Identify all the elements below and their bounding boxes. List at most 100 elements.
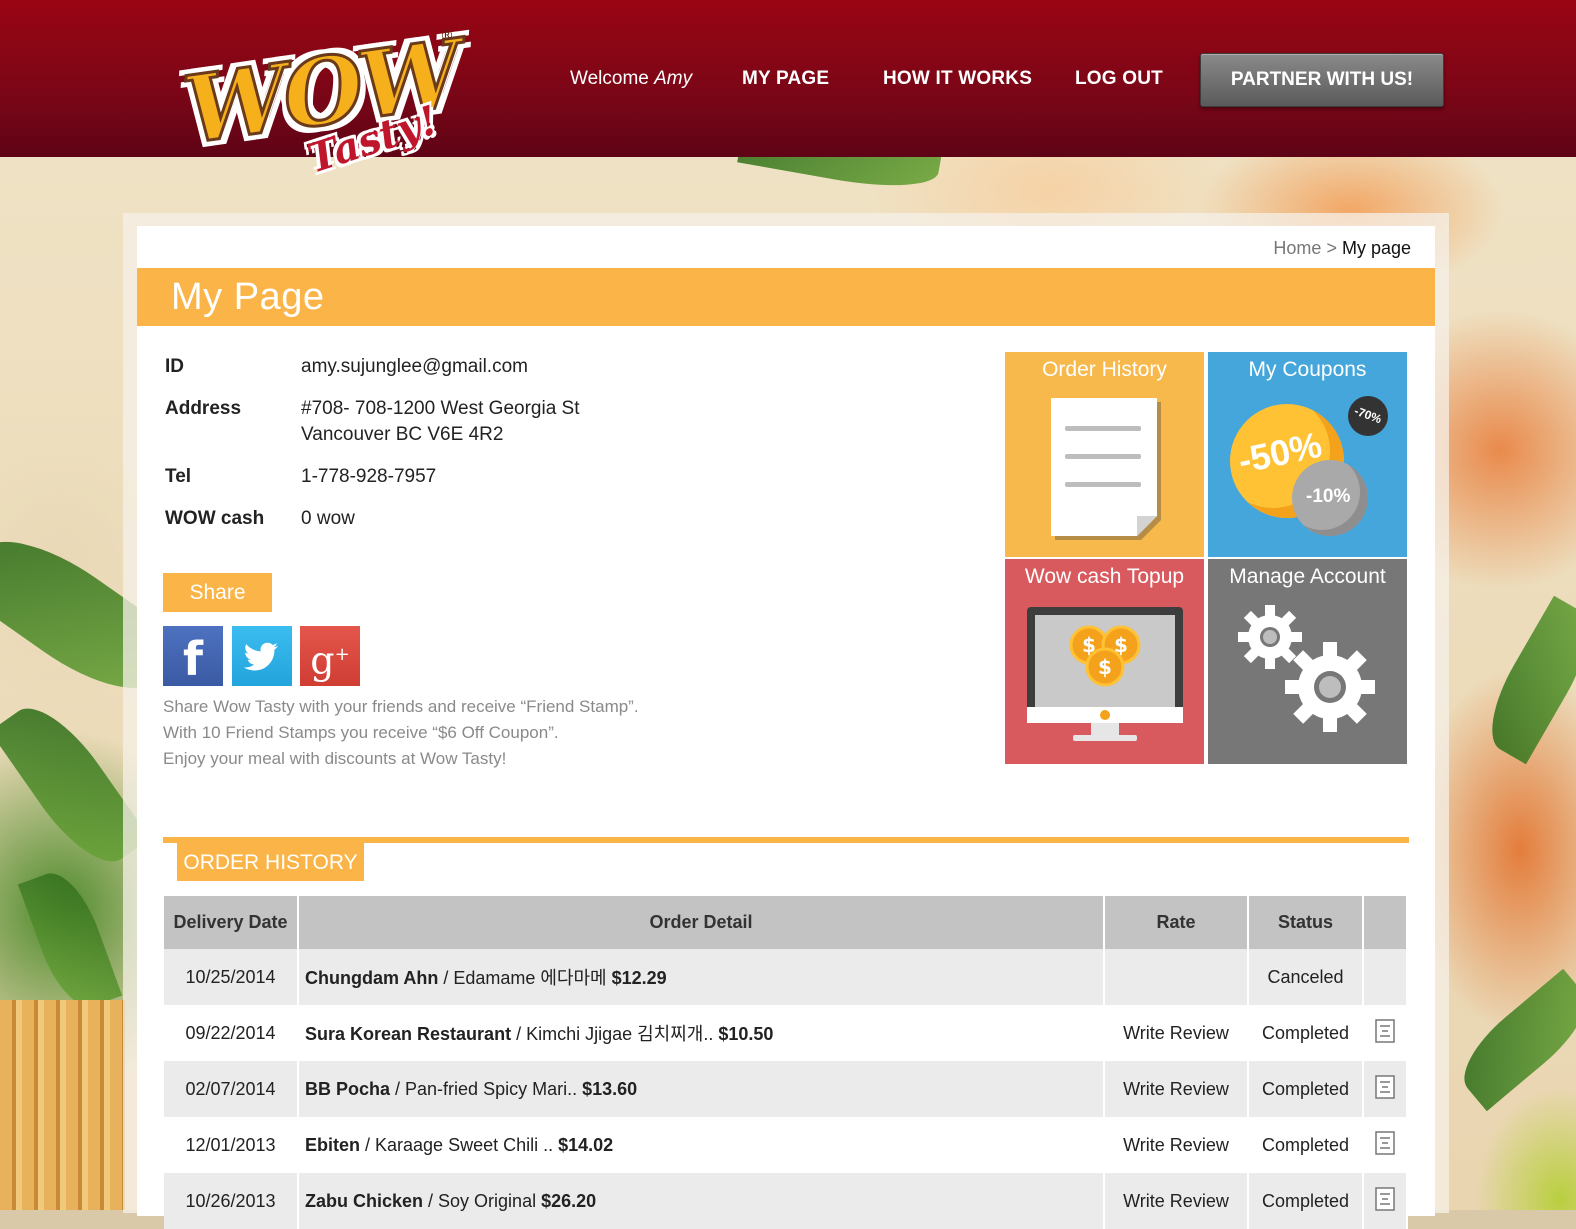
wow-cash-topup-tile[interactable]: Wow cash Topup $ $ $	[1005, 559, 1204, 764]
table-row[interactable]: 10/25/2014 Chungdam Ahn / Edamame 에다마메 $…	[164, 949, 1408, 1005]
tel-label: Tel	[165, 466, 192, 487]
delivery-date: 10/26/2013	[164, 1173, 299, 1229]
address-line1: #708- 708-1200 West Georgia St	[301, 398, 580, 419]
address-label: Address	[165, 398, 242, 419]
restaurant-name: Ebiten	[305, 1134, 361, 1155]
tel-value: 1-778-928-7957	[301, 466, 437, 487]
welcome-user-name: Amy	[654, 68, 693, 89]
table-row[interactable]: 09/22/2014 Sura Korean Restaurant / Kimc…	[164, 1005, 1408, 1061]
write-review-link	[1104, 949, 1249, 1005]
manage-account-tile[interactable]: Manage Account	[1208, 559, 1407, 764]
share-text-line1: Share Wow Tasty with your friends and re…	[163, 697, 639, 716]
order-item: / Edamame 에다마메	[438, 968, 612, 988]
breadcrumb-home[interactable]: Home	[1273, 238, 1321, 258]
write-review-link[interactable]: Write Review	[1104, 1005, 1249, 1061]
wowcash-value: 0 wow	[301, 508, 355, 529]
wow-tasty-logo[interactable]: WOW Tasty! ®	[176, 18, 508, 214]
receipt-icon[interactable]	[1375, 1018, 1395, 1043]
svg-text:$: $	[1098, 655, 1112, 679]
restaurant-name: Chungdam Ahn	[305, 968, 439, 988]
order-status: Completed	[1248, 1117, 1364, 1173]
nav-log-out[interactable]: LOG OUT	[1075, 68, 1163, 90]
address-line2: Vancouver BC V6E 4R2	[301, 424, 504, 445]
column-order-detail: Order Detail	[298, 896, 1105, 949]
share-description: Share Wow Tasty with your friends and re…	[163, 694, 639, 772]
site-header: WOW Tasty! ® Welcome Amy MY PAGE HOW IT …	[0, 0, 1576, 183]
receipt-cell	[1363, 1005, 1408, 1061]
share-button[interactable]: Share	[163, 573, 272, 612]
order-price: $12.29	[611, 968, 667, 988]
order-price: $26.20	[541, 1190, 597, 1211]
table-row[interactable]: 02/07/2014 BB Pocha / Pan-fried Spicy Ma…	[164, 1061, 1408, 1117]
order-item: / Kimchi Jjigae 김치찌개..	[511, 1024, 719, 1044]
facebook-icon[interactable]: f	[163, 626, 223, 686]
share-text-line2: With 10 Friend Stamps you receive “$6 Of…	[163, 723, 559, 742]
order-history-heading: ORDER HISTORY	[177, 843, 364, 881]
my-coupons-tile[interactable]: My Coupons -50% -10% -70%	[1208, 352, 1407, 557]
table-header-row: Delivery Date Order Detail Rate Status	[164, 896, 1408, 949]
column-rate: Rate	[1104, 896, 1249, 949]
order-item: / Pan-fried Spicy Mari..	[390, 1078, 583, 1099]
table-row[interactable]: 12/01/2013 Ebiten / Karaage Sweet Chili …	[164, 1117, 1408, 1173]
order-history-tile[interactable]: Order History	[1005, 352, 1204, 557]
manage-account-tile-title: Manage Account	[1229, 565, 1386, 588]
column-receipt	[1363, 896, 1408, 949]
order-status: Completed	[1248, 1005, 1364, 1061]
address-value: #708- 708-1200 West Georgia St Vancouver…	[301, 396, 580, 448]
google-plus-icon[interactable]: g+	[300, 626, 360, 686]
nav-my-page[interactable]: MY PAGE	[742, 68, 829, 90]
receipt-cell	[1363, 1117, 1408, 1173]
delivery-date: 12/01/2013	[164, 1117, 299, 1173]
restaurant-name: Sura Korean Restaurant	[305, 1024, 512, 1044]
order-item: / Karaage Sweet Chili ..	[360, 1134, 559, 1155]
partner-with-us-button[interactable]: PARTNER WITH US!	[1200, 53, 1444, 107]
bamboo-mat-image	[0, 1000, 125, 1210]
welcome-prefix: Welcome	[570, 68, 649, 89]
order-detail: BB Pocha / Pan-fried Spicy Mari.. $13.60	[298, 1061, 1105, 1117]
monitor-coins-icon: $ $ $	[1027, 607, 1183, 741]
receipt-cell	[1363, 949, 1408, 1005]
order-detail: Chungdam Ahn / Edamame 에다마메 $12.29	[298, 949, 1105, 1005]
my-coupons-tile-title: My Coupons	[1248, 358, 1367, 381]
restaurant-name: Zabu Chicken	[305, 1190, 424, 1211]
svg-text:$: $	[1114, 633, 1128, 657]
delivery-date: 02/07/2014	[164, 1061, 299, 1117]
registered-mark: ®	[440, 28, 454, 44]
column-delivery-date: Delivery Date	[164, 896, 299, 949]
order-item: / Soy Original	[423, 1190, 542, 1211]
order-status: Completed	[1248, 1061, 1364, 1117]
order-price: $10.50	[718, 1024, 774, 1044]
order-price: $13.60	[582, 1078, 638, 1099]
restaurant-name: BB Pocha	[305, 1078, 391, 1099]
wow-cash-topup-tile-title: Wow cash Topup	[1024, 565, 1185, 588]
receipt-icon[interactable]	[1375, 1186, 1395, 1211]
order-status: Canceled	[1248, 949, 1364, 1005]
write-review-link[interactable]: Write Review	[1104, 1173, 1249, 1229]
delivery-date: 10/25/2014	[164, 949, 299, 1005]
svg-text:$: $	[1082, 633, 1096, 657]
order-detail: Zabu Chicken / Soy Original $26.20	[298, 1173, 1105, 1229]
order-price: $14.02	[558, 1134, 614, 1155]
wowcash-label: WOW cash	[165, 508, 265, 529]
receipt-icon[interactable]	[1375, 1130, 1395, 1155]
order-history-tile-title: Order History	[1042, 358, 1167, 381]
gears-icon	[1238, 605, 1375, 732]
welcome-message: Welcome Amy	[570, 68, 692, 90]
breadcrumb: Home > My page	[1273, 238, 1411, 259]
column-status: Status	[1248, 896, 1364, 949]
table-row[interactable]: 10/26/2013 Zabu Chicken / Soy Original $…	[164, 1173, 1408, 1229]
share-text-line3: Enjoy your meal with discounts at Wow Ta…	[163, 749, 507, 768]
write-review-link[interactable]: Write Review	[1104, 1061, 1249, 1117]
id-label: ID	[165, 356, 184, 377]
order-status: Completed	[1248, 1173, 1364, 1229]
receipt-cell	[1363, 1061, 1408, 1117]
receipt-cell	[1363, 1173, 1408, 1229]
id-value: amy.sujunglee@gmail.com	[301, 356, 528, 377]
document-icon	[1051, 398, 1161, 540]
main-content: Home > My page My Page ID amy.sujunglee@…	[137, 226, 1435, 1229]
write-review-link[interactable]: Write Review	[1104, 1117, 1249, 1173]
twitter-icon[interactable]	[232, 626, 292, 686]
receipt-icon[interactable]	[1375, 1074, 1395, 1099]
breadcrumb-current: My page	[1341, 238, 1411, 258]
nav-how-it-works[interactable]: HOW IT WORKS	[883, 68, 1032, 90]
